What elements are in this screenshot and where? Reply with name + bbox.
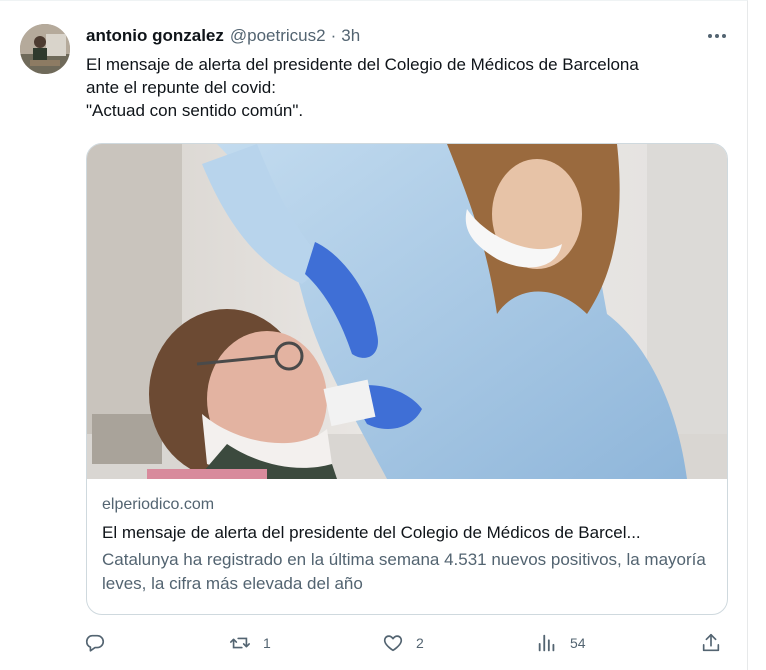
card-description: Catalunya ha registrado en la última sem… [102,550,706,593]
avatar[interactable] [20,24,70,74]
views-button[interactable]: 54 [536,627,586,659]
timestamp[interactable]: 3h [341,26,360,46]
tweet-text: El mensaje de alerta del presidente del … [86,53,726,122]
reply-icon [85,634,105,652]
tweet-text-line: "Actuad con sentido común". [86,101,304,120]
retweet-button[interactable]: 1 [229,627,271,659]
tweet-text-line: ante el repunte del covid: [86,78,276,97]
like-button[interactable]: 2 [382,627,424,659]
reply-button[interactable] [84,627,106,659]
author-handle[interactable]: @poetricus2 [230,26,326,46]
views-icon [538,634,555,652]
separator-dot: · [330,26,337,45]
card-meta: elperiodico.com El mensaje de alerta del… [102,494,717,596]
link-card[interactable]: elperiodico.com El mensaje de alerta del… [86,143,728,615]
heart-icon [383,635,403,652]
tweet-actions: 1 2 54 [84,627,732,659]
tweet-text-line: El mensaje de alerta del presidente del … [86,55,639,74]
share-icon [702,633,720,652]
retweet-icon [230,637,250,649]
tweet-header: antonio gonzalez @poetricus2 · 3h [86,25,360,47]
card-title: El mensaje de alerta del presidente del … [102,523,641,542]
share-button[interactable] [700,627,722,659]
card-domain: elperiodico.com [102,496,215,513]
views-count: 54 [570,635,586,651]
like-count: 2 [416,635,424,651]
author-name[interactable]: antonio gonzalez [86,26,224,46]
card-image [87,144,727,479]
more-options-icon[interactable] [704,27,730,45]
retweet-count: 1 [263,635,271,651]
tweet[interactable]: antonio gonzalez @poetricus2 · 3h El men… [0,0,748,670]
